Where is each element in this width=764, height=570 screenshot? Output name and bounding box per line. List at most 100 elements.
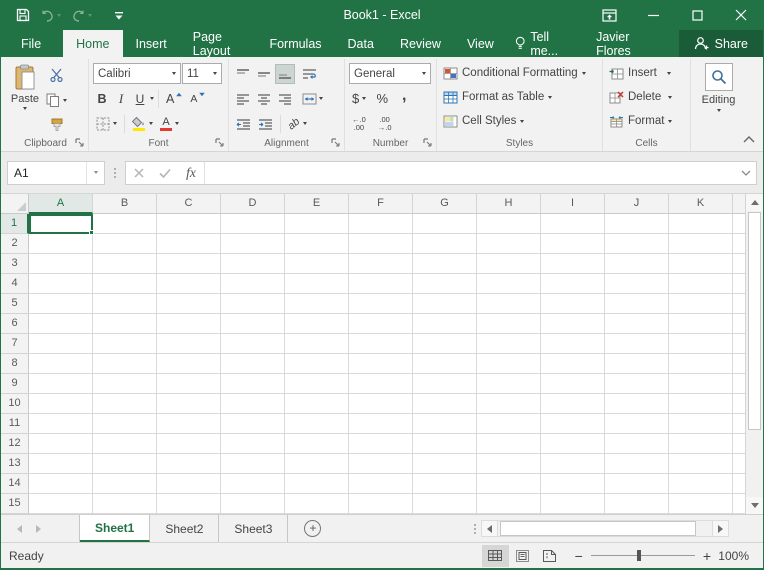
cell-F14[interactable] <box>349 474 413 494</box>
underline-dropdown-arrow[interactable] <box>150 97 154 100</box>
normal-view-button[interactable] <box>482 545 509 567</box>
cell-K13[interactable] <box>669 454 733 474</box>
cell-H9[interactable] <box>477 374 541 394</box>
tab-page-layout[interactable]: Page Layout <box>180 30 257 57</box>
row-header-1[interactable]: 1 <box>1 214 29 234</box>
column-header-A[interactable]: A <box>29 194 93 214</box>
row-header-11[interactable]: 11 <box>1 414 29 434</box>
bold-button[interactable]: B <box>93 89 111 109</box>
cell-E14[interactable] <box>285 474 349 494</box>
cell-C7[interactable] <box>157 334 221 354</box>
increase-indent-button[interactable] <box>255 114 276 134</box>
cell-G9[interactable] <box>413 374 477 394</box>
middle-align-button[interactable] <box>254 64 274 84</box>
cell-B13[interactable] <box>93 454 157 474</box>
cell-D9[interactable] <box>221 374 285 394</box>
cell-F3[interactable] <box>349 254 413 274</box>
row-header-12[interactable]: 12 <box>1 434 29 454</box>
scroll-up-button[interactable] <box>746 194 763 211</box>
cell-A10[interactable] <box>29 394 93 414</box>
close-button[interactable] <box>719 0 763 30</box>
cell-G15[interactable] <box>413 494 477 514</box>
cell-C1[interactable] <box>157 214 221 234</box>
cell-E10[interactable] <box>285 394 349 414</box>
cell-I13[interactable] <box>541 454 605 474</box>
row-header-3[interactable]: 3 <box>1 254 29 274</box>
cell-K10[interactable] <box>669 394 733 414</box>
underline-button[interactable]: U <box>131 89 149 109</box>
column-header-C[interactable]: C <box>157 194 221 214</box>
cell-K3[interactable] <box>669 254 733 274</box>
cell-K6[interactable] <box>669 314 733 334</box>
cell-E7[interactable] <box>285 334 349 354</box>
cell-A6[interactable] <box>29 314 93 334</box>
tab-formulas[interactable]: Formulas <box>256 30 334 57</box>
cell-H1[interactable] <box>477 214 541 234</box>
vertical-scroll-thumb[interactable] <box>748 212 761 430</box>
formula-bar-drag-handle[interactable] <box>109 168 121 178</box>
row-header-4[interactable]: 4 <box>1 274 29 294</box>
zoom-out-button[interactable]: − <box>575 550 583 562</box>
tab-review[interactable]: Review <box>387 30 454 57</box>
cell-A5[interactable] <box>29 294 93 314</box>
cell-I10[interactable] <box>541 394 605 414</box>
zoom-slider[interactable] <box>591 555 695 557</box>
cell-A8[interactable] <box>29 354 93 374</box>
center-button[interactable] <box>254 89 274 109</box>
cell-G7[interactable] <box>413 334 477 354</box>
cell-D11[interactable] <box>221 414 285 434</box>
page-break-preview-button[interactable] <box>536 545 563 567</box>
cell-A13[interactable] <box>29 454 93 474</box>
cell-A11[interactable] <box>29 414 93 434</box>
cell-F13[interactable] <box>349 454 413 474</box>
horizontal-scroll-thumb[interactable] <box>500 521 696 536</box>
increase-decimal-button[interactable]: ←.0.00 <box>349 114 369 134</box>
cell-J7[interactable] <box>605 334 669 354</box>
cell-D2[interactable] <box>221 234 285 254</box>
number-format-select[interactable]: General <box>349 63 431 84</box>
number-dialog-launcher[interactable] <box>422 137 433 148</box>
cell-K11[interactable] <box>669 414 733 434</box>
scroll-track[interactable] <box>746 430 763 497</box>
name-box-dropdown[interactable] <box>86 162 104 184</box>
cell-K8[interactable] <box>669 354 733 374</box>
row-header-7[interactable]: 7 <box>1 334 29 354</box>
column-header-D[interactable]: D <box>221 194 285 214</box>
row-header-2[interactable]: 2 <box>1 234 29 254</box>
cell-C13[interactable] <box>157 454 221 474</box>
cut-button[interactable] <box>43 65 70 85</box>
cell-G12[interactable] <box>413 434 477 454</box>
vertical-scrollbar[interactable] <box>745 194 763 514</box>
cell-K4[interactable] <box>669 274 733 294</box>
cell-I11[interactable] <box>541 414 605 434</box>
clipboard-dialog-launcher[interactable] <box>74 137 85 148</box>
italic-button[interactable]: I <box>112 89 130 109</box>
delete-cells-button[interactable]: Delete <box>607 85 687 109</box>
decrease-decimal-button[interactable]: .00→.0 <box>375 114 395 134</box>
format-as-table-button[interactable]: Format as Table <box>441 85 599 109</box>
cell-B3[interactable] <box>93 254 157 274</box>
cell-D4[interactable] <box>221 274 285 294</box>
cell-B7[interactable] <box>93 334 157 354</box>
cancel-button[interactable] <box>126 162 152 184</box>
font-name-select[interactable]: Calibri <box>93 63 181 84</box>
page-layout-view-button[interactable] <box>509 545 536 567</box>
cell-K7[interactable] <box>669 334 733 354</box>
cell-F8[interactable] <box>349 354 413 374</box>
column-header-J[interactable]: J <box>605 194 669 214</box>
cell-B9[interactable] <box>93 374 157 394</box>
column-header-K[interactable]: K <box>669 194 733 214</box>
cell-I4[interactable] <box>541 274 605 294</box>
cell-E3[interactable] <box>285 254 349 274</box>
cell-D5[interactable] <box>221 294 285 314</box>
cell-J12[interactable] <box>605 434 669 454</box>
row-header-6[interactable]: 6 <box>1 314 29 334</box>
cell-K14[interactable] <box>669 474 733 494</box>
cell-J10[interactable] <box>605 394 669 414</box>
cell-I14[interactable] <box>541 474 605 494</box>
row-header-9[interactable]: 9 <box>1 374 29 394</box>
insert-cells-button[interactable]: Insert <box>607 61 687 85</box>
align-right-button[interactable] <box>275 89 295 109</box>
undo-button[interactable] <box>37 7 64 24</box>
cell-A14[interactable] <box>29 474 93 494</box>
